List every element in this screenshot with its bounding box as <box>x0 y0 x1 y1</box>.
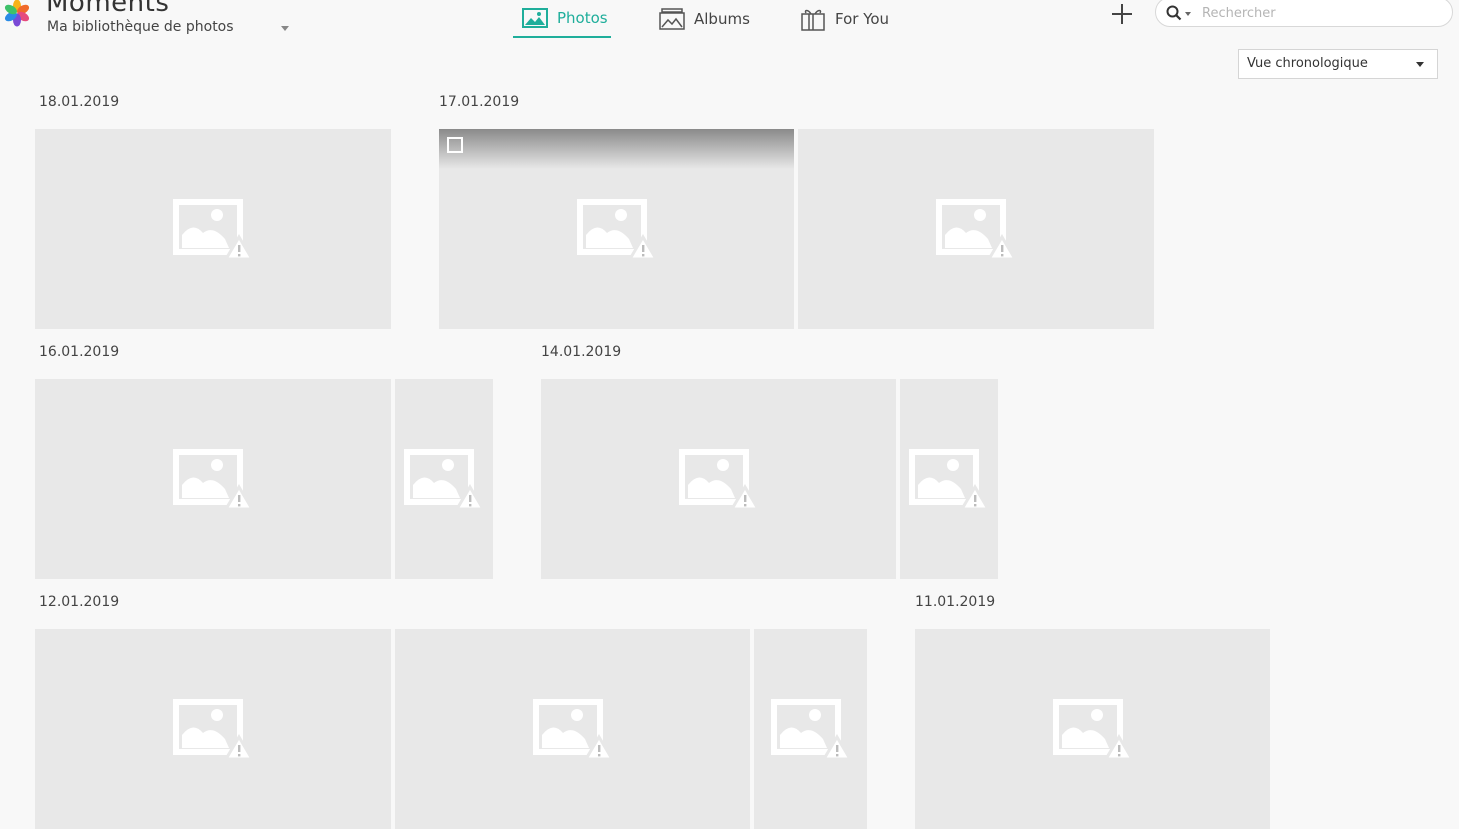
group-date: 14.01.2019 <box>541 344 622 360</box>
tab-photos[interactable]: Photos <box>513 0 611 38</box>
tab-for-you[interactable]: For You <box>800 0 900 38</box>
albums-icon <box>659 8 685 30</box>
image-placeholder-icon <box>173 699 253 759</box>
photo-thumbnail[interactable] <box>35 379 391 579</box>
plus-icon[interactable] <box>1108 0 1136 28</box>
tab-for-you-label: For You <box>835 10 890 28</box>
library-selector-label: Ma bibliothèque de photos <box>47 19 234 35</box>
image-placeholder-icon <box>173 199 253 259</box>
hover-shade <box>439 129 794 169</box>
image-placeholder-icon <box>770 699 851 759</box>
group-date: 16.01.2019 <box>39 344 120 360</box>
image-placeholder-icon <box>1052 699 1133 759</box>
group-date: 12.01.2019 <box>39 594 120 610</box>
photo-select-checkbox[interactable] <box>447 137 463 153</box>
photo-thumbnail[interactable] <box>395 379 493 579</box>
tab-photos-label: Photos <box>557 9 608 27</box>
gift-icon <box>801 9 825 31</box>
photo-thumbnail[interactable] <box>35 129 391 329</box>
image-placeholder-icon <box>678 449 759 509</box>
image-placeholder-icon <box>576 199 657 259</box>
search-input[interactable] <box>1200 1 1444 25</box>
photo-thumbnail[interactable] <box>754 629 867 829</box>
group-date: 11.01.2019 <box>915 594 996 610</box>
chevron-down-icon <box>281 26 289 31</box>
photo-thumbnail[interactable] <box>900 379 998 579</box>
tab-albums[interactable]: Albums <box>659 0 759 38</box>
library-selector[interactable]: Ma bibliothèque de photos <box>47 19 293 39</box>
search-box[interactable] <box>1155 0 1453 27</box>
photo-icon <box>522 8 548 28</box>
search-options-chevron-icon[interactable] <box>1185 12 1191 16</box>
group-date: 18.01.2019 <box>39 94 120 110</box>
chevron-down-icon <box>1416 62 1424 67</box>
image-placeholder-icon <box>532 699 613 759</box>
image-placeholder-icon <box>936 199 1016 259</box>
photo-thumbnail[interactable] <box>798 129 1154 329</box>
app-title: Moments <box>46 0 170 18</box>
app-logo-icon <box>4 0 30 27</box>
photo-thumbnail[interactable] <box>439 129 794 329</box>
photo-thumbnail[interactable] <box>915 629 1270 829</box>
view-mode-select[interactable]: Vue chronologique <box>1238 49 1438 79</box>
image-placeholder-icon <box>404 449 484 509</box>
photo-thumbnail[interactable] <box>395 629 750 829</box>
image-placeholder-icon <box>173 449 253 509</box>
photo-thumbnail[interactable] <box>541 379 896 579</box>
image-placeholder-icon <box>909 449 989 509</box>
photo-thumbnail[interactable] <box>35 629 391 829</box>
tab-albums-label: Albums <box>694 10 750 28</box>
search-icon[interactable] <box>1166 5 1182 21</box>
view-mode-label: Vue chronologique <box>1247 56 1368 71</box>
group-date: 17.01.2019 <box>439 94 520 110</box>
